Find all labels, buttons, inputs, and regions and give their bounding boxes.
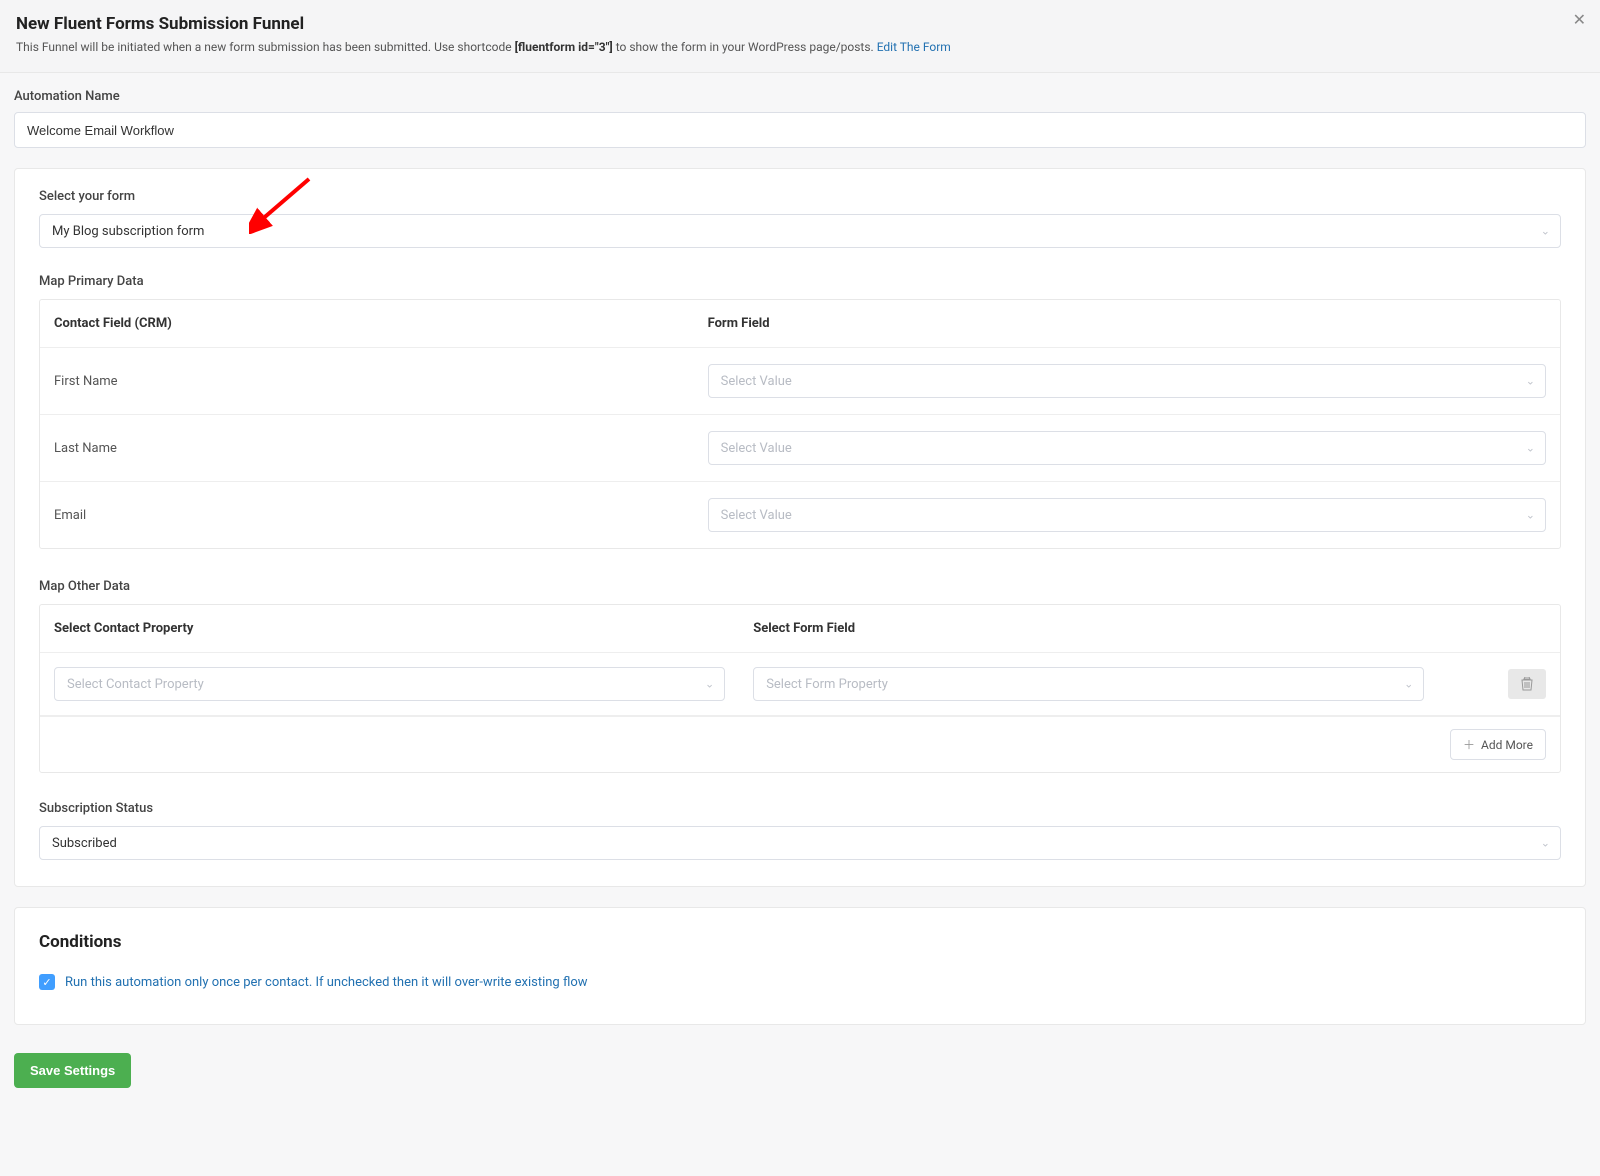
header: New Fluent Forms Submission Funnel This … — [0, 0, 1600, 73]
add-more-button[interactable]: ＋ Add More — [1450, 729, 1546, 760]
settings-card: Select your form My Blog subscription fo… — [14, 168, 1586, 887]
run-once-label: Run this automation only once per contac… — [65, 975, 588, 990]
conditions-title: Conditions — [39, 932, 1561, 952]
automation-name-section: Automation Name — [0, 73, 1600, 158]
contact-field-label: Email — [40, 482, 694, 548]
table-row: Last Name Select Value ⌄ — [40, 415, 1560, 482]
select-form-dropdown[interactable]: My Blog subscription form ⌄ — [39, 214, 1561, 248]
select-form-value: My Blog subscription form — [52, 224, 204, 239]
map-primary-col2: Form Field — [694, 300, 1560, 347]
header-description: This Funnel will be initiated when a new… — [16, 40, 1584, 54]
chevron-down-icon: ⌄ — [705, 678, 714, 691]
chevron-down-icon: ⌄ — [1526, 375, 1535, 388]
save-settings-button[interactable]: Save Settings — [14, 1053, 131, 1088]
form-field-select-lastname[interactable]: Select Value ⌄ — [708, 431, 1546, 465]
table-row: Select Contact Property ⌄ Select Form Pr… — [40, 653, 1560, 716]
map-other-col2: Select Form Field — [739, 605, 1438, 652]
chevron-down-icon: ⌄ — [1541, 225, 1550, 238]
close-icon[interactable]: ✕ — [1573, 10, 1586, 29]
map-other-col1: Select Contact Property — [40, 605, 739, 652]
form-field-select-email[interactable]: Select Value ⌄ — [708, 498, 1546, 532]
table-row: First Name Select Value ⌄ — [40, 348, 1560, 415]
automation-name-input[interactable] — [14, 112, 1586, 148]
map-other-table: Select Contact Property Select Form Fiel… — [39, 604, 1561, 773]
checkbox-checked-icon[interactable]: ✓ — [39, 974, 55, 990]
chevron-down-icon: ⌄ — [1526, 509, 1535, 522]
plus-icon: ＋ — [1463, 736, 1475, 753]
contact-field-label: Last Name — [40, 415, 694, 481]
map-primary-col1: Contact Field (CRM) — [40, 300, 694, 347]
chevron-down-icon: ⌄ — [1404, 678, 1413, 691]
trash-icon — [1521, 677, 1533, 691]
form-field-select-firstname[interactable]: Select Value ⌄ — [708, 364, 1546, 398]
map-other-title: Map Other Data — [39, 579, 1561, 594]
subscription-status-select[interactable]: Subscribed ⌄ — [39, 826, 1561, 860]
shortcode-text: [fluentform id="3"] — [515, 40, 613, 54]
run-once-checkbox-row[interactable]: ✓ Run this automation only once per cont… — [39, 974, 1561, 990]
subscription-status-label: Subscription Status — [39, 801, 1561, 816]
conditions-card: Conditions ✓ Run this automation only on… — [14, 907, 1586, 1025]
contact-field-label: First Name — [40, 348, 694, 414]
delete-row-button[interactable] — [1508, 669, 1546, 699]
map-primary-table: Contact Field (CRM) Form Field First Nam… — [39, 299, 1561, 549]
map-primary-title: Map Primary Data — [39, 274, 1561, 289]
contact-property-select[interactable]: Select Contact Property ⌄ — [54, 667, 725, 701]
edit-form-link[interactable]: Edit The Form — [877, 40, 951, 54]
add-more-row: ＋ Add More — [40, 716, 1560, 772]
table-row: Email Select Value ⌄ — [40, 482, 1560, 548]
form-property-select[interactable]: Select Form Property ⌄ — [753, 667, 1424, 701]
subscription-status-value: Subscribed — [52, 836, 117, 851]
chevron-down-icon: ⌄ — [1526, 442, 1535, 455]
page-title: New Fluent Forms Submission Funnel — [16, 14, 1584, 34]
automation-name-label: Automation Name — [14, 89, 1586, 104]
chevron-down-icon: ⌄ — [1541, 837, 1550, 850]
select-form-label: Select your form — [39, 189, 1561, 204]
